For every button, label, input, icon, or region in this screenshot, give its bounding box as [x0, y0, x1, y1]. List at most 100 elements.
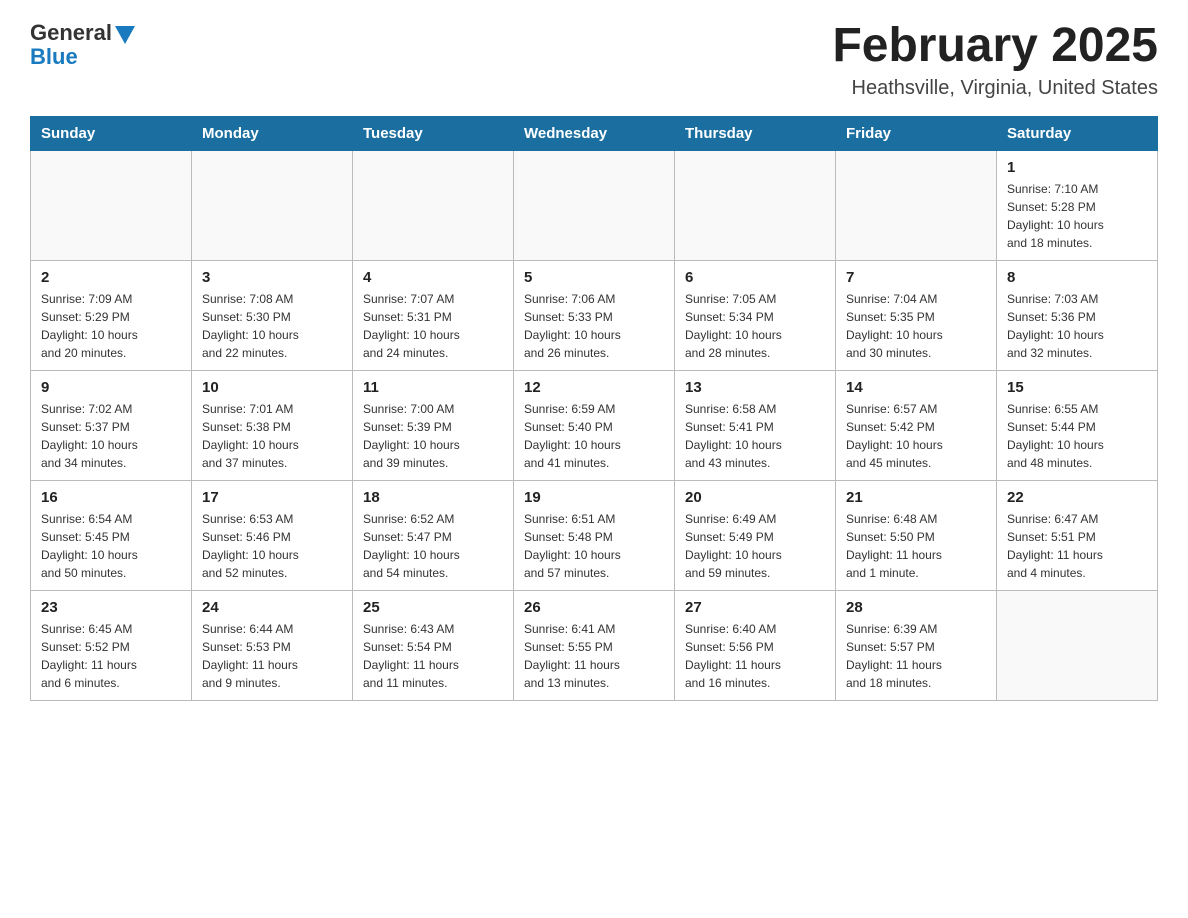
- day-number: 9: [41, 379, 181, 396]
- day-info: Sunrise: 7:09 AM Sunset: 5:29 PM Dayligh…: [41, 290, 181, 362]
- day-info: Sunrise: 7:04 AM Sunset: 5:35 PM Dayligh…: [846, 290, 986, 362]
- day-number: 20: [685, 489, 825, 506]
- calendar-cell: 27 Sunrise: 6:40 AM Sunset: 5:56 PM Dayli…: [675, 590, 836, 700]
- logo-general-text: General: [30, 20, 112, 46]
- day-number: 8: [1007, 269, 1147, 286]
- calendar-cell: [192, 150, 353, 260]
- day-info: Sunrise: 6:45 AM Sunset: 5:52 PM Dayligh…: [41, 620, 181, 692]
- day-info: Sunrise: 6:52 AM Sunset: 5:47 PM Dayligh…: [363, 510, 503, 582]
- logo-blue-text: Blue: [30, 44, 78, 70]
- calendar-cell: [514, 150, 675, 260]
- logo-triangle-icon: [115, 26, 135, 44]
- calendar-cell: 21 Sunrise: 6:48 AM Sunset: 5:50 PM Dayli…: [836, 480, 997, 590]
- day-number: 28: [846, 599, 986, 616]
- day-info: Sunrise: 7:00 AM Sunset: 5:39 PM Dayligh…: [363, 400, 503, 472]
- day-number: 26: [524, 599, 664, 616]
- day-info: Sunrise: 7:05 AM Sunset: 5:34 PM Dayligh…: [685, 290, 825, 362]
- day-number: 6: [685, 269, 825, 286]
- calendar-week-5: 23Sunrise: 6:45 AM Sunset: 5:52 PM Dayli…: [31, 590, 1158, 700]
- calendar-cell: 9 Sunrise: 7:02 AM Sunset: 5:37 PM Daylig…: [31, 370, 192, 480]
- day-number: 22: [1007, 489, 1147, 506]
- day-info: Sunrise: 6:57 AM Sunset: 5:42 PM Dayligh…: [846, 400, 986, 472]
- weekday-header-wednesday: Wednesday: [514, 116, 675, 150]
- day-number: 24: [202, 599, 342, 616]
- day-info: Sunrise: 7:07 AM Sunset: 5:31 PM Dayligh…: [363, 290, 503, 362]
- day-info: Sunrise: 6:48 AM Sunset: 5:50 PM Dayligh…: [846, 510, 986, 582]
- weekday-header-monday: Monday: [192, 116, 353, 150]
- day-info: Sunrise: 6:41 AM Sunset: 5:55 PM Dayligh…: [524, 620, 664, 692]
- day-number: 1: [1007, 159, 1147, 176]
- day-number: 27: [685, 599, 825, 616]
- calendar-cell: 8Sunrise: 7:03 AM Sunset: 5:36 PM Daylig…: [997, 260, 1158, 370]
- day-number: 18: [363, 489, 503, 506]
- calendar-cell: 18 Sunrise: 6:52 AM Sunset: 5:47 PM Dayli…: [353, 480, 514, 590]
- calendar-cell: [675, 150, 836, 260]
- calendar-cell: 6 Sunrise: 7:05 AM Sunset: 5:34 PM Daylig…: [675, 260, 836, 370]
- day-info: Sunrise: 7:10 AM Sunset: 5:28 PM Dayligh…: [1007, 180, 1147, 252]
- day-number: 14: [846, 379, 986, 396]
- day-info: Sunrise: 6:40 AM Sunset: 5:56 PM Dayligh…: [685, 620, 825, 692]
- calendar-week-1: 1 Sunrise: 7:10 AM Sunset: 5:28 PM Daylig…: [31, 150, 1158, 260]
- day-number: 10: [202, 379, 342, 396]
- weekday-header-saturday: Saturday: [997, 116, 1158, 150]
- day-number: 17: [202, 489, 342, 506]
- day-info: Sunrise: 7:06 AM Sunset: 5:33 PM Dayligh…: [524, 290, 664, 362]
- calendar-cell: 25 Sunrise: 6:43 AM Sunset: 5:54 PM Dayli…: [353, 590, 514, 700]
- day-info: Sunrise: 6:58 AM Sunset: 5:41 PM Dayligh…: [685, 400, 825, 472]
- weekday-header-friday: Friday: [836, 116, 997, 150]
- day-number: 13: [685, 379, 825, 396]
- title-section: February 2025 Heathsville, Virginia, Uni…: [832, 20, 1158, 100]
- calendar-cell: 23Sunrise: 6:45 AM Sunset: 5:52 PM Dayli…: [31, 590, 192, 700]
- day-info: Sunrise: 6:59 AM Sunset: 5:40 PM Dayligh…: [524, 400, 664, 472]
- day-number: 5: [524, 269, 664, 286]
- calendar-cell: 28 Sunrise: 6:39 AM Sunset: 5:57 PM Dayli…: [836, 590, 997, 700]
- calendar-cell: [31, 150, 192, 260]
- calendar-cell: 20 Sunrise: 6:49 AM Sunset: 5:49 PM Dayli…: [675, 480, 836, 590]
- calendar-cell: 1 Sunrise: 7:10 AM Sunset: 5:28 PM Daylig…: [997, 150, 1158, 260]
- day-info: Sunrise: 6:43 AM Sunset: 5:54 PM Dayligh…: [363, 620, 503, 692]
- calendar-cell: 5 Sunrise: 7:06 AM Sunset: 5:33 PM Daylig…: [514, 260, 675, 370]
- day-number: 25: [363, 599, 503, 616]
- calendar-cell: 22Sunrise: 6:47 AM Sunset: 5:51 PM Dayli…: [997, 480, 1158, 590]
- calendar-cell: [353, 150, 514, 260]
- day-info: Sunrise: 6:51 AM Sunset: 5:48 PM Dayligh…: [524, 510, 664, 582]
- page-header: General Blue February 2025 Heathsville, …: [30, 20, 1158, 100]
- calendar-cell: 26 Sunrise: 6:41 AM Sunset: 5:55 PM Dayli…: [514, 590, 675, 700]
- calendar-cell: 16Sunrise: 6:54 AM Sunset: 5:45 PM Dayli…: [31, 480, 192, 590]
- weekday-header-tuesday: Tuesday: [353, 116, 514, 150]
- day-info: Sunrise: 6:44 AM Sunset: 5:53 PM Dayligh…: [202, 620, 342, 692]
- day-number: 19: [524, 489, 664, 506]
- calendar-cell: 3Sunrise: 7:08 AM Sunset: 5:30 PM Daylig…: [192, 260, 353, 370]
- calendar-cell: 14 Sunrise: 6:57 AM Sunset: 5:42 PM Dayli…: [836, 370, 997, 480]
- calendar-week-3: 9 Sunrise: 7:02 AM Sunset: 5:37 PM Daylig…: [31, 370, 1158, 480]
- day-info: Sunrise: 7:02 AM Sunset: 5:37 PM Dayligh…: [41, 400, 181, 472]
- calendar-week-2: 2 Sunrise: 7:09 AM Sunset: 5:29 PM Daylig…: [31, 260, 1158, 370]
- day-number: 16: [41, 489, 181, 506]
- day-number: 15: [1007, 379, 1147, 396]
- location-subtitle: Heathsville, Virginia, United States: [832, 77, 1158, 100]
- day-info: Sunrise: 6:53 AM Sunset: 5:46 PM Dayligh…: [202, 510, 342, 582]
- calendar-cell: 19 Sunrise: 6:51 AM Sunset: 5:48 PM Dayli…: [514, 480, 675, 590]
- day-info: Sunrise: 7:01 AM Sunset: 5:38 PM Dayligh…: [202, 400, 342, 472]
- day-number: 2: [41, 269, 181, 286]
- calendar-cell: 7 Sunrise: 7:04 AM Sunset: 5:35 PM Daylig…: [836, 260, 997, 370]
- day-number: 4: [363, 269, 503, 286]
- calendar-cell: 24 Sunrise: 6:44 AM Sunset: 5:53 PM Dayli…: [192, 590, 353, 700]
- calendar-cell: 12 Sunrise: 6:59 AM Sunset: 5:40 PM Dayli…: [514, 370, 675, 480]
- calendar-cell: [836, 150, 997, 260]
- day-number: 7: [846, 269, 986, 286]
- calendar-cell: 4 Sunrise: 7:07 AM Sunset: 5:31 PM Daylig…: [353, 260, 514, 370]
- day-info: Sunrise: 6:49 AM Sunset: 5:49 PM Dayligh…: [685, 510, 825, 582]
- day-number: 12: [524, 379, 664, 396]
- day-info: Sunrise: 6:55 AM Sunset: 5:44 PM Dayligh…: [1007, 400, 1147, 472]
- month-title: February 2025: [832, 20, 1158, 73]
- calendar-table: SundayMondayTuesdayWednesdayThursdayFrid…: [30, 116, 1158, 701]
- calendar-cell: [997, 590, 1158, 700]
- day-number: 3: [202, 269, 342, 286]
- weekday-header-sunday: Sunday: [31, 116, 192, 150]
- calendar-cell: 13 Sunrise: 6:58 AM Sunset: 5:41 PM Dayli…: [675, 370, 836, 480]
- logo: General Blue: [30, 20, 135, 70]
- calendar-cell: 10 Sunrise: 7:01 AM Sunset: 5:38 PM Dayli…: [192, 370, 353, 480]
- day-number: 21: [846, 489, 986, 506]
- day-info: Sunrise: 6:39 AM Sunset: 5:57 PM Dayligh…: [846, 620, 986, 692]
